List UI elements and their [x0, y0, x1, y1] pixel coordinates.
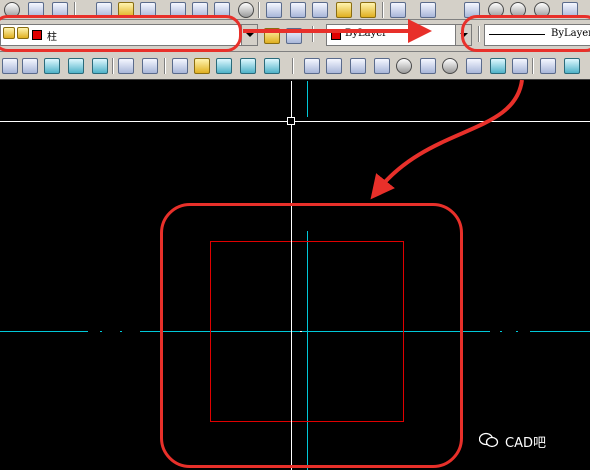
- helix-icon[interactable]: [490, 58, 506, 74]
- pyramid-icon[interactable]: [466, 58, 482, 74]
- annotation-linetype-highlight: [461, 15, 590, 52]
- orbit-icon[interactable]: [22, 58, 38, 74]
- web-icon[interactable]: [238, 2, 254, 18]
- crosshair-horizontal: [0, 121, 590, 122]
- axis-dash: [516, 331, 518, 332]
- wechat-icon: [479, 432, 499, 448]
- separator: [164, 58, 166, 74]
- redo-icon[interactable]: [420, 2, 436, 18]
- vertical-axis-line: [307, 81, 308, 117]
- axis-dash: [500, 331, 502, 332]
- color-swatch: [331, 30, 341, 40]
- make-layer-current-icon[interactable]: [264, 28, 280, 44]
- cylinder-icon[interactable]: [420, 58, 436, 74]
- ucs-world-icon[interactable]: [142, 58, 158, 74]
- modeling-toolbar: [0, 52, 590, 80]
- block-editor-icon[interactable]: [360, 2, 376, 18]
- separator: [312, 26, 314, 42]
- front-view-icon[interactable]: [44, 58, 60, 74]
- color-value: ByLayer: [345, 28, 387, 39]
- match-properties-icon[interactable]: [336, 2, 352, 18]
- annotation-layer-highlight: [0, 15, 242, 52]
- axis-dash: [120, 331, 122, 332]
- paste-icon[interactable]: [312, 2, 328, 18]
- separator: [112, 58, 114, 74]
- ucs-icon[interactable]: [118, 58, 134, 74]
- separator: [532, 58, 534, 74]
- brush-icon[interactable]: [194, 58, 210, 74]
- horizontal-axis-line: [530, 331, 590, 332]
- layer-dropdown-arrow[interactable]: [241, 25, 257, 45]
- planar-surface-icon[interactable]: [512, 58, 528, 74]
- view-icon[interactable]: [2, 58, 18, 74]
- sphere-icon[interactable]: [396, 58, 412, 74]
- extrude-icon[interactable]: [540, 58, 556, 74]
- color-control-dropdown[interactable]: ByLayer: [326, 24, 472, 46]
- polysolid-icon[interactable]: [304, 58, 320, 74]
- separator: [258, 2, 260, 18]
- side-view-icon[interactable]: [68, 58, 84, 74]
- stretch-icon[interactable]: [264, 58, 280, 74]
- box-icon[interactable]: [326, 58, 342, 74]
- revolve-icon[interactable]: [564, 58, 580, 74]
- torus-icon[interactable]: [442, 58, 458, 74]
- crosshair-pickbox: [287, 117, 295, 125]
- array-icon[interactable]: [240, 58, 256, 74]
- mirror-icon[interactable]: [216, 58, 232, 74]
- undo-icon[interactable]: [390, 2, 406, 18]
- separator: [292, 58, 294, 74]
- wedge-icon[interactable]: [350, 58, 366, 74]
- separator: [382, 2, 384, 18]
- axis-dash: [100, 331, 102, 332]
- cut-icon[interactable]: [266, 2, 282, 18]
- annotation-column-highlight: [160, 203, 463, 468]
- watermark-text: CAD吧: [505, 436, 546, 451]
- layer-previous-icon[interactable]: [286, 28, 302, 44]
- iso-view-icon[interactable]: [92, 58, 108, 74]
- copy-icon[interactable]: [290, 2, 306, 18]
- horizontal-axis-line: [0, 331, 88, 332]
- watermark: CAD吧: [479, 432, 546, 451]
- cone-icon[interactable]: [374, 58, 390, 74]
- insert-icon[interactable]: [172, 58, 188, 74]
